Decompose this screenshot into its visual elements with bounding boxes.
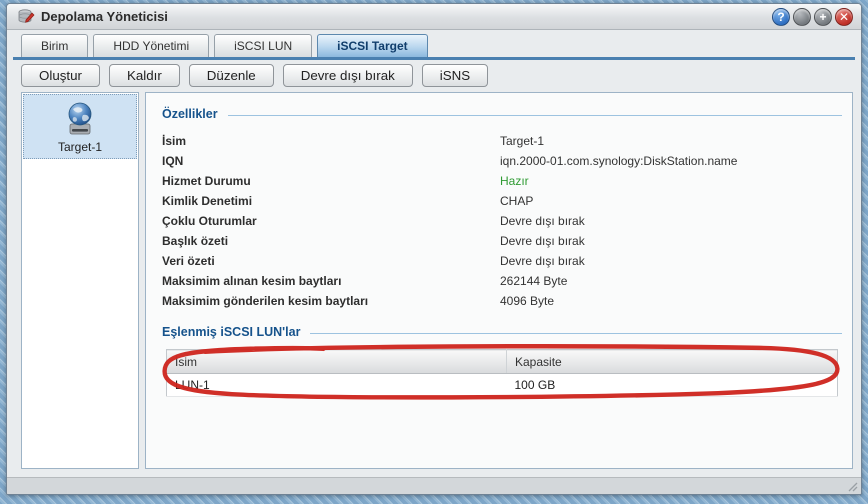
desktop-background: Depolama Yöneticisi ? + ✕ Birim HDD Yöne… bbox=[0, 0, 868, 504]
mapped-luns-section-title: Eşlenmiş iSCSI LUN'lar bbox=[162, 325, 300, 339]
table-row-lun-1[interactable]: LUN-1 100 GB bbox=[167, 374, 838, 397]
column-header-capacity[interactable]: Kapasite bbox=[507, 350, 838, 374]
property-row-service-status: Hizmet DurumuHazır bbox=[162, 171, 844, 191]
disable-button[interactable]: Devre dışı bırak bbox=[283, 64, 413, 87]
property-row-name: İsimTarget-1 bbox=[162, 131, 844, 151]
property-row-iqn: IQNiqn.2000-01.com.synology:DiskStation.… bbox=[162, 151, 844, 171]
property-row-data-digest: Veri özetiDevre dışı bırak bbox=[162, 251, 844, 271]
target-list: Target-1 bbox=[21, 92, 139, 469]
help-button[interactable]: ? bbox=[772, 8, 790, 26]
resize-grip[interactable] bbox=[846, 480, 858, 492]
window-title: Depolama Yöneticisi bbox=[41, 9, 772, 24]
main-area: Target-1 Özellikler İsimTarget-1 IQNiqn.… bbox=[21, 92, 853, 469]
tab-hdd-yonetimi[interactable]: HDD Yönetimi bbox=[93, 34, 209, 57]
status-gap bbox=[7, 469, 861, 477]
properties-list: İsimTarget-1 IQNiqn.2000-01.com.synology… bbox=[162, 131, 844, 311]
mapped-luns-table: İsim Kapasite LUN-1 100 GB bbox=[166, 349, 838, 397]
iscsi-target-globe-icon bbox=[63, 101, 97, 137]
tab-iscsi-lun[interactable]: iSCSI LUN bbox=[214, 34, 312, 57]
maximize-button[interactable]: + bbox=[814, 8, 832, 26]
lun-name-cell: LUN-1 bbox=[167, 374, 507, 397]
properties-section-header: Özellikler bbox=[162, 107, 844, 121]
property-row-multi-sessions: Çoklu OturumlarDevre dışı bırak bbox=[162, 211, 844, 231]
column-header-name[interactable]: İsim bbox=[167, 350, 507, 374]
property-row-authentication: Kimlik DenetimiCHAP bbox=[162, 191, 844, 211]
storage-manager-window: Depolama Yöneticisi ? + ✕ Birim HDD Yöne… bbox=[6, 3, 862, 495]
tab-birim[interactable]: Birim bbox=[21, 34, 88, 57]
close-button[interactable]: ✕ bbox=[835, 8, 853, 26]
table-header-row: İsim Kapasite bbox=[167, 350, 838, 374]
details-panel: Özellikler İsimTarget-1 IQNiqn.2000-01.c… bbox=[145, 92, 853, 469]
mapped-luns-section-header: Eşlenmiş iSCSI LUN'lar bbox=[162, 325, 844, 339]
minimize-button[interactable] bbox=[793, 8, 811, 26]
window-controls: ? + ✕ bbox=[772, 8, 853, 26]
window-titlebar[interactable]: Depolama Yöneticisi ? + ✕ bbox=[7, 4, 861, 30]
property-row-max-receive-segment: Maksimim alınan kesim baytları262144 Byt… bbox=[162, 271, 844, 291]
create-button[interactable]: Oluştur bbox=[21, 64, 100, 87]
property-row-max-send-segment: Maksimim gönderilen kesim baytları4096 B… bbox=[162, 291, 844, 311]
property-row-header-digest: Başlık özetiDevre dışı bırak bbox=[162, 231, 844, 251]
remove-button[interactable]: Kaldır bbox=[109, 64, 180, 87]
mapped-luns-table-wrap: İsim Kapasite LUN-1 100 GB bbox=[166, 349, 838, 397]
section-rule bbox=[228, 115, 842, 116]
tab-bar: Birim HDD Yönetimi iSCSI LUN iSCSI Targe… bbox=[7, 30, 861, 57]
storage-manager-icon bbox=[17, 8, 35, 26]
target-list-item-target-1[interactable]: Target-1 bbox=[23, 94, 137, 159]
isns-button[interactable]: iSNS bbox=[422, 64, 488, 87]
status-bar bbox=[7, 477, 861, 494]
target-item-label: Target-1 bbox=[26, 140, 134, 154]
toolbar: Oluştur Kaldır Düzenle Devre dışı bırak … bbox=[7, 60, 861, 91]
edit-button[interactable]: Düzenle bbox=[189, 64, 274, 87]
lun-capacity-cell: 100 GB bbox=[507, 374, 838, 397]
section-rule bbox=[310, 333, 842, 334]
properties-section-title: Özellikler bbox=[162, 107, 218, 121]
status-ready-value: Hazır bbox=[500, 174, 529, 188]
tab-iscsi-target[interactable]: iSCSI Target bbox=[317, 34, 427, 57]
